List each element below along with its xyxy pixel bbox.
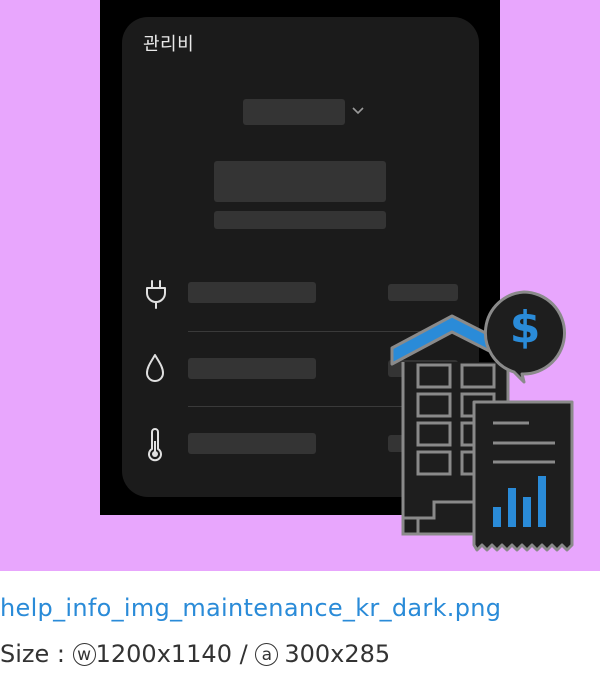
width-mark: w <box>72 643 96 666</box>
size-1x: 1200x1140 <box>95 640 232 668</box>
a-mark: a <box>255 643 279 666</box>
chevron-down-icon[interactable] <box>352 106 364 116</box>
thermometer-icon <box>148 428 162 462</box>
water-drop-icon <box>146 354 164 382</box>
size-quarter: 300x285 <box>284 640 391 668</box>
dollar-sign: $ <box>509 302 541 353</box>
bill-receipt-icon <box>472 400 574 552</box>
plug-icon <box>146 280 166 309</box>
image-preview: 관리비 $ <box>0 0 600 571</box>
image-size-line: Size : w 1200x1140 / a 300x285 <box>0 640 600 668</box>
image-filename[interactable]: help_info_img_maintenance_kr_dark.png <box>0 594 600 622</box>
card-title: 관리비 <box>143 34 195 55</box>
size-label: Size : <box>0 640 73 668</box>
total-amount-placeholder <box>214 161 386 202</box>
row-electricity-value <box>388 284 458 301</box>
row-heating-label <box>188 433 316 454</box>
size-separator: / <box>231 640 256 668</box>
row-electricity-label <box>188 282 316 303</box>
total-subtext-placeholder <box>214 211 386 229</box>
month-dropdown[interactable] <box>243 99 345 125</box>
row-water-label <box>188 358 316 379</box>
